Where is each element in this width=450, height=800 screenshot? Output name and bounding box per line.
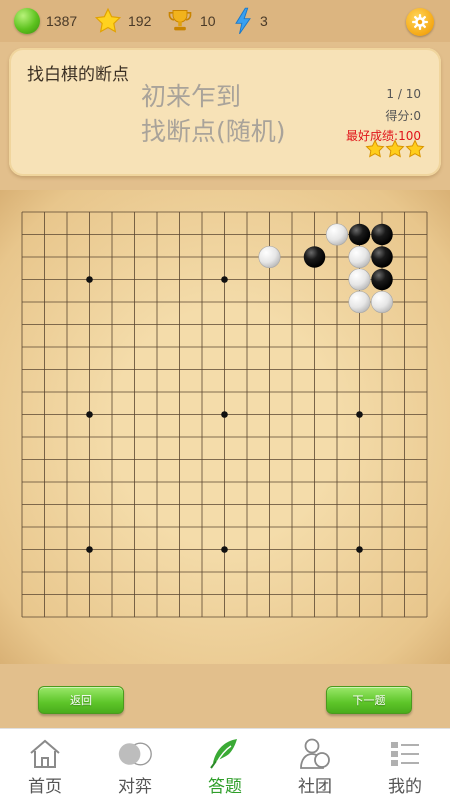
tab-label: 社团 [298, 777, 332, 797]
white-stone [370, 290, 394, 314]
tab-me[interactable]: 我的 [360, 729, 450, 800]
star-icon [94, 7, 122, 33]
star-point [86, 546, 93, 553]
home-icon [27, 737, 63, 771]
black-stone [371, 223, 393, 246]
gem-stat: 1387 [14, 6, 77, 36]
star-count: 192 [128, 13, 152, 29]
stones-icon [117, 737, 153, 771]
lightning-icon [235, 7, 251, 35]
menu-list-icon [387, 737, 423, 771]
black-stone [348, 223, 371, 246]
tab-home[interactable]: 首页 [0, 729, 90, 800]
rating-star-icon [385, 139, 405, 158]
star-stat: 192 [94, 6, 151, 36]
star-point [86, 411, 93, 418]
tab-label: 首页 [28, 777, 62, 797]
rating-stars [365, 139, 425, 159]
next-problem-button[interactable]: 下一题 [326, 686, 412, 714]
star-point [356, 411, 363, 418]
star-point [221, 546, 228, 553]
tab-label: 对弈 [118, 777, 152, 797]
tab-play[interactable]: 对弈 [90, 729, 180, 800]
green-gem-icon [14, 8, 40, 34]
energy-stat: 3 [232, 6, 268, 36]
level-name: 初来乍到 [141, 82, 242, 111]
tab-label: 答题 [208, 777, 242, 797]
white-stone [325, 223, 349, 246]
black-stone [371, 268, 393, 291]
rating-star-icon [365, 139, 385, 158]
black-stone [303, 246, 326, 268]
white-stone [348, 245, 371, 269]
level-mode: 找断点(随机) [141, 117, 286, 146]
go-board[interactable] [0, 190, 450, 664]
star-point [356, 546, 363, 553]
star-point [221, 411, 228, 418]
problem-title: 找白棋的断点 [27, 65, 129, 85]
trophy-icon [168, 10, 192, 31]
score-text: 得分:0 [385, 109, 421, 123]
white-stone [348, 268, 371, 291]
tab-quiz[interactable]: 答题 [180, 729, 270, 800]
problem-progress: 1 / 10 [386, 87, 421, 101]
bottom-tab-bar: 首页 对弈 答题 社团 我的 [0, 728, 450, 800]
trophy-stat: 10 [166, 6, 216, 36]
problem-info-card: 找白棋的断点 初来乍到 找断点(随机) 1 / 10 得分:0 最好成绩:100 [9, 48, 441, 176]
rating-star-icon [405, 139, 425, 158]
gear-icon [412, 14, 428, 30]
white-stone [348, 290, 371, 314]
energy-count: 3 [260, 13, 268, 29]
settings-button[interactable] [406, 8, 434, 36]
white-stone [258, 245, 281, 269]
tab-label: 我的 [388, 777, 422, 797]
star-point [86, 276, 93, 283]
tab-club[interactable]: 社团 [270, 729, 360, 800]
back-button[interactable]: 返回 [38, 686, 124, 714]
star-point [221, 276, 228, 283]
board-area [0, 190, 450, 664]
trophy-count: 10 [200, 13, 216, 29]
black-stone [371, 246, 393, 268]
feather-icon [207, 737, 243, 771]
status-bar: 1387 192 10 3 [0, 0, 450, 42]
gem-count: 1387 [46, 13, 78, 29]
club-icon [297, 737, 333, 771]
